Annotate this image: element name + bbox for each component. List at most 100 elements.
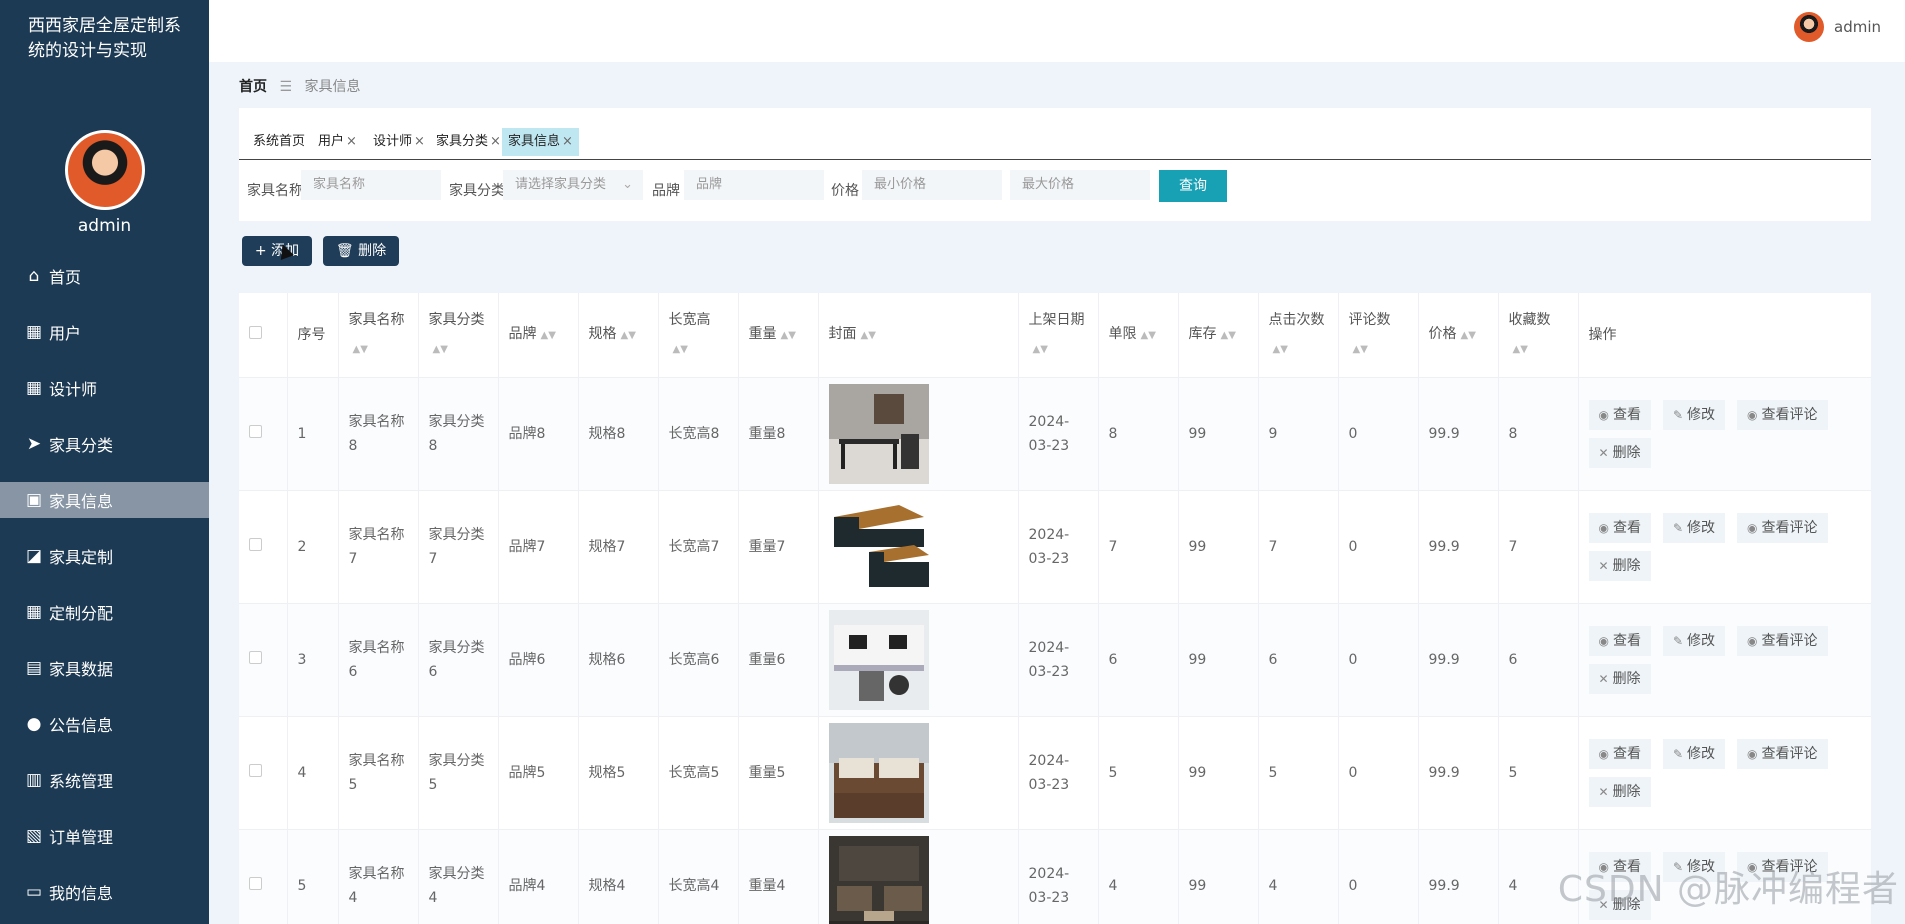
- edit-button[interactable]: ✎ 修改: [1662, 399, 1726, 430]
- row-checkbox-cell: [239, 603, 288, 717]
- column-header-label: 单限: [1108, 325, 1137, 342]
- delete-button[interactable]: ✕ 删除: [1588, 437, 1651, 468]
- close-icon[interactable]: ×: [490, 134, 501, 149]
- delete-button[interactable]: 🗑 删除: [323, 236, 399, 266]
- cover-image[interactable]: [828, 609, 1008, 710]
- edit-button[interactable]: ✎ 修改: [1662, 738, 1726, 769]
- cell-weight: 重量6: [738, 603, 819, 717]
- sidebar-item[interactable]: ▦ 设计师: [0, 370, 209, 406]
- sidebar-item[interactable]: ▥ 系统管理: [0, 762, 209, 798]
- sidebar-item[interactable]: ▧ 订单管理: [0, 818, 209, 854]
- sort-icon[interactable]: ▲▼: [1033, 344, 1048, 355]
- sort-icon[interactable]: ▲▼: [861, 330, 876, 341]
- query-button[interactable]: 查询: [1159, 170, 1227, 202]
- sidebar-item[interactable]: ⌂ 首页: [0, 258, 209, 294]
- cover-image[interactable]: [828, 835, 1008, 924]
- sidebar-item[interactable]: ▣ 家具信息: [0, 482, 209, 518]
- sort-icon[interactable]: ▲▼: [1513, 344, 1528, 355]
- sort-icon[interactable]: ▲▼: [1273, 344, 1288, 355]
- delete-label: 删除: [1612, 557, 1641, 574]
- row-checkbox[interactable]: [249, 650, 262, 664]
- sort-icon[interactable]: ▲▼: [1353, 344, 1368, 355]
- cell-comments: 0: [1338, 603, 1419, 717]
- cell-favorites: 8: [1498, 377, 1579, 491]
- comments-button[interactable]: ◉ 查看评论: [1737, 512, 1828, 543]
- delete-button[interactable]: ✕ 删除: [1588, 663, 1651, 694]
- search-form: 家具名称 家具名称 家具分类 请选择家具分类 ⌄ 品牌 品牌 价格 最小价格 最…: [239, 160, 1871, 220]
- min-price-input[interactable]: 最小价格: [862, 170, 1002, 200]
- row-actions: ◉ 查看 ✎ 修改 ◉ 查看评论 ✕ 删除: [1588, 738, 1849, 807]
- row-checkbox[interactable]: [249, 763, 262, 777]
- sort-icon[interactable]: ▲▼: [541, 330, 556, 341]
- avatar[interactable]: [64, 130, 145, 210]
- cover-image[interactable]: [828, 383, 1008, 484]
- column-header-label: 收藏数: [1508, 311, 1551, 328]
- delete-button[interactable]: ✕ 删除: [1588, 776, 1651, 807]
- comments-button[interactable]: ◉ 查看评论: [1737, 399, 1828, 430]
- comments-button[interactable]: ◉ 查看评论: [1737, 625, 1828, 656]
- select-all-checkbox[interactable]: [249, 325, 262, 339]
- category-select[interactable]: 请选择家具分类 ⌄: [503, 170, 643, 200]
- sort-icon[interactable]: ▲▼: [781, 330, 796, 341]
- cover-cell: [818, 377, 1019, 491]
- sort-icon[interactable]: ▲▼: [1141, 330, 1156, 341]
- sidebar-item[interactable]: ◪ 家具定制: [0, 538, 209, 574]
- tab-bar: 系统首页 用户 × 设计师 × 家具分类 × 家具信息 ×: [239, 108, 1871, 160]
- cell-clicks: 7: [1258, 490, 1339, 604]
- name-input[interactable]: 家具名称: [301, 170, 441, 200]
- cell-name: 家具名称6: [338, 603, 419, 717]
- tab-item[interactable]: 家具信息 ×: [502, 128, 579, 156]
- cell-date: 2024-03-23: [1018, 377, 1099, 491]
- close-icon[interactable]: ×: [414, 134, 425, 149]
- max-price-input[interactable]: 最大价格: [1010, 170, 1150, 200]
- close-icon[interactable]: ×: [346, 134, 357, 149]
- cell-weight: 重量4: [738, 829, 819, 924]
- view-button[interactable]: ◉ 查看: [1588, 625, 1651, 656]
- breadcrumb-home[interactable]: 首页: [239, 79, 267, 95]
- table-body: 1 家具名称8 家具分类8 品牌8 规格8 长宽高8 重量8 2024-03-23 8 99 9 0 9…: [239, 377, 1871, 924]
- close-icon[interactable]: ×: [562, 134, 573, 149]
- eye-icon: ◉: [1598, 407, 1609, 422]
- brand-input[interactable]: 品牌: [684, 170, 824, 200]
- view-button[interactable]: ◉ 查看: [1588, 399, 1651, 430]
- comments-button[interactable]: ◉ 查看评论: [1737, 738, 1828, 769]
- sidebar-item[interactable]: ➤ 家具分类: [0, 426, 209, 462]
- cover-image[interactable]: [828, 496, 1008, 597]
- sort-icon[interactable]: ▲▼: [353, 344, 368, 355]
- tab-item[interactable]: 用户 ×: [312, 128, 363, 156]
- sidebar-item[interactable]: ▦ 用户: [0, 314, 209, 350]
- edit-button[interactable]: ✎ 修改: [1662, 625, 1726, 656]
- row-checkbox[interactable]: [249, 876, 262, 890]
- row-actions: ◉ 查看 ✎ 修改 ◉ 查看评论 ✕ 删除: [1588, 399, 1849, 468]
- top-user-menu[interactable]: admin: [1794, 12, 1881, 42]
- sort-icon[interactable]: ▲▼: [1221, 330, 1236, 341]
- row-checkbox[interactable]: [249, 424, 262, 438]
- sidebar-item[interactable]: ▤ 家具数据: [0, 650, 209, 686]
- actions-cell: ◉ 查看 ✎ 修改 ◉ 查看评论 ✕ 删除: [1578, 716, 1871, 830]
- tab-item[interactable]: 家具分类 ×: [430, 128, 507, 156]
- cell-limit: 8: [1098, 377, 1179, 491]
- row-checkbox[interactable]: [249, 537, 262, 551]
- sidebar-item[interactable]: ▭ 我的信息: [0, 874, 209, 910]
- cell-date: 2024-03-23: [1018, 716, 1099, 830]
- edit-icon: ✎: [1672, 633, 1684, 648]
- sort-icon[interactable]: ▲▼: [673, 344, 688, 355]
- clipboard-icon: ▧: [25, 826, 43, 846]
- tab-item[interactable]: 设计师 ×: [367, 128, 431, 156]
- sidebar-item[interactable]: ▦ 定制分配: [0, 594, 209, 630]
- sort-icon[interactable]: ▲▼: [433, 344, 448, 355]
- cell-category: 家具分类6: [418, 603, 499, 717]
- sort-icon[interactable]: ▲▼: [1461, 330, 1476, 341]
- sort-icon[interactable]: ▲▼: [621, 330, 636, 341]
- sidebar-item[interactable]: ● 公告信息: [0, 706, 209, 742]
- view-button[interactable]: ◉ 查看: [1588, 738, 1651, 769]
- edit-label: 修改: [1687, 519, 1716, 536]
- view-button[interactable]: ◉ 查看: [1588, 512, 1651, 543]
- cell-weight: 重量5: [738, 716, 819, 830]
- cover-image[interactable]: [828, 722, 1008, 823]
- comments-label: 查看评论: [1761, 519, 1818, 536]
- grid-icon: ▦: [25, 322, 43, 342]
- tab-item[interactable]: 系统首页: [247, 128, 311, 156]
- edit-button[interactable]: ✎ 修改: [1662, 512, 1726, 543]
- delete-button[interactable]: ✕ 删除: [1588, 550, 1651, 581]
